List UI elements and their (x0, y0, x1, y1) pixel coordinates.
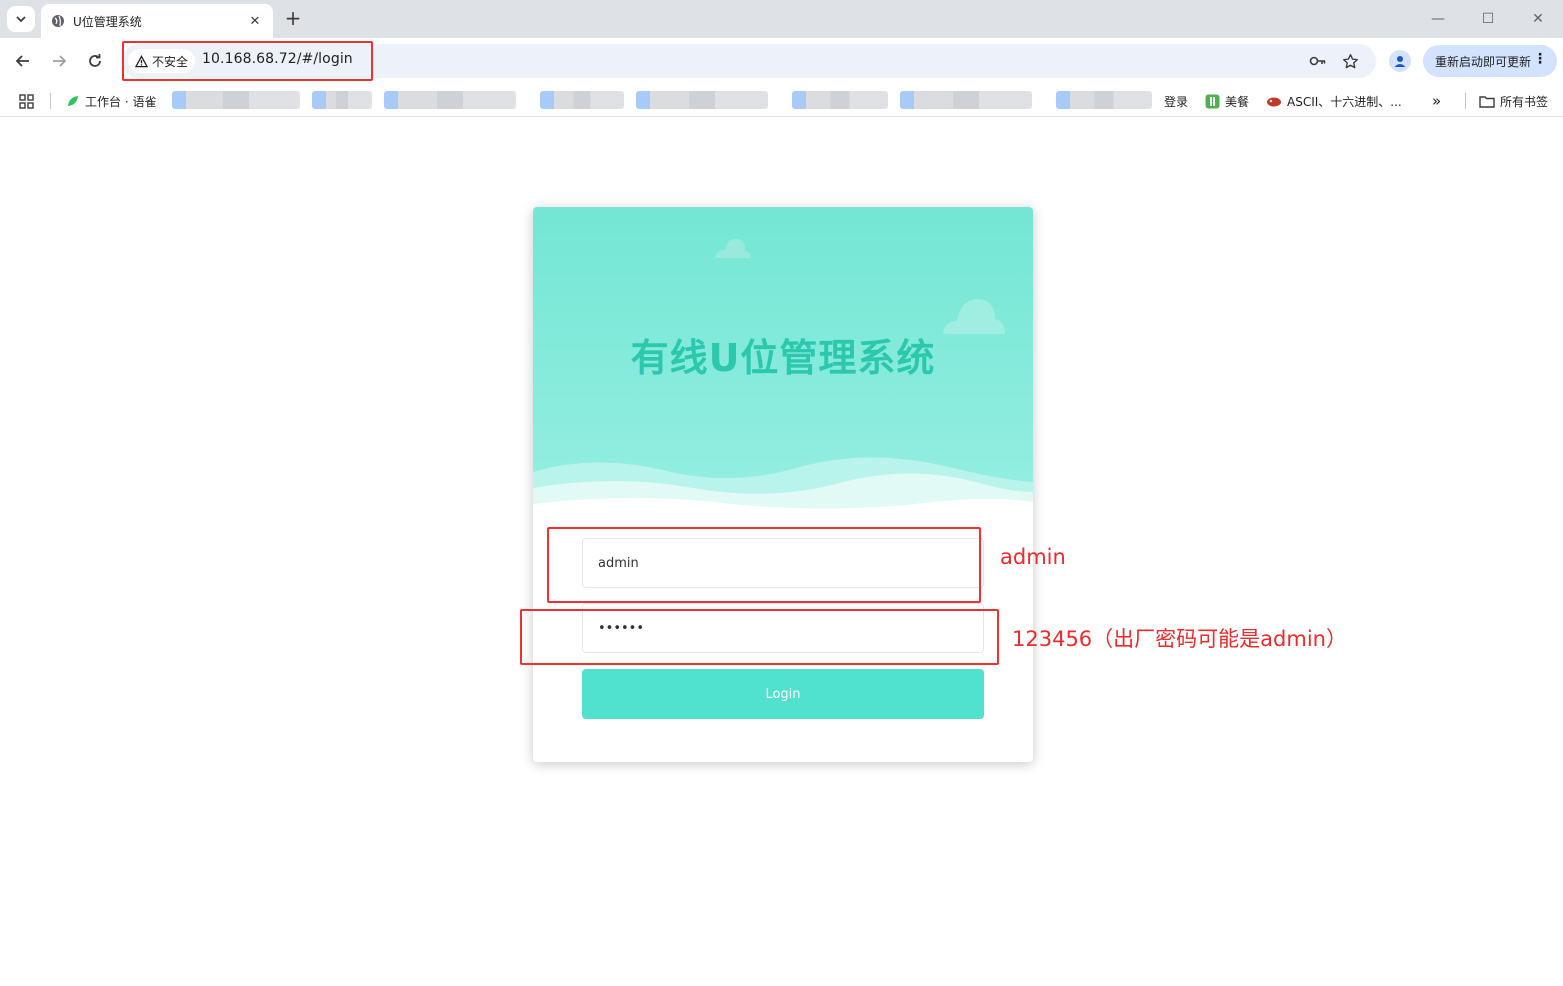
bookmark-redacted[interactable] (792, 91, 888, 109)
bookmark-redacted[interactable] (312, 91, 372, 109)
update-button[interactable]: 重新启动即可更新 ⋮ (1423, 45, 1557, 77)
system-title: 有线U位管理系统 (630, 336, 936, 380)
forward-arrow-icon (53, 55, 67, 67)
minimize-icon[interactable]: — (1413, 0, 1463, 38)
bookmarks-separator (50, 93, 51, 109)
username-highlight-box (547, 527, 981, 603)
page-content: 有线U位管理系统 Login admin 123456（出厂密码可能是admin… (0, 118, 1563, 986)
new-tab-button[interactable]: + (282, 8, 304, 30)
login-hero-banner: 有线U位管理系统 (533, 207, 1033, 524)
bookmark-redacted[interactable] (172, 91, 300, 109)
bookmark-ascii[interactable]: ASCII、十六进制、... (1266, 92, 1402, 110)
update-label: 重新启动即可更新 (1435, 54, 1532, 69)
all-bookmarks-folder[interactable]: 所有书签 (1479, 92, 1548, 110)
tab-active[interactable]: U位管理系统 ✕ (41, 4, 273, 38)
bookmark-login[interactable]: 登录 (1164, 92, 1188, 110)
bookmark-yuque[interactable]: 工作台 · 语雀 (66, 92, 156, 110)
wave-decoration (533, 457, 1033, 524)
username-annotation: admin (1000, 545, 1066, 569)
forward-button[interactable] (47, 49, 71, 73)
window-controls: — ☐ ✕ (1413, 0, 1563, 38)
password-key-icon[interactable] (1309, 52, 1327, 70)
back-button[interactable] (11, 49, 35, 73)
globe-icon (52, 15, 64, 27)
tab-close-icon[interactable]: ✕ (247, 14, 263, 29)
bookmark-redacted[interactable] (540, 91, 624, 109)
bookmark-label: 登录 (1164, 94, 1189, 109)
bookmark-label: 工作台 · 语雀 (85, 94, 157, 109)
back-arrow-icon (15, 55, 29, 67)
profile-button[interactable] (1389, 50, 1411, 72)
bookmark-redacted[interactable] (384, 91, 516, 109)
bookmark-label: 所有书签 (1500, 94, 1549, 109)
cloud-icon (715, 238, 751, 258)
reload-button[interactable] (83, 49, 107, 73)
password-highlight-box (520, 609, 999, 665)
bookmark-redacted[interactable] (1056, 91, 1152, 109)
bookmark-label: 美餐 (1225, 94, 1250, 109)
yuque-leaf-icon (68, 96, 78, 106)
bookmarks-bar: 工作台 · 语雀 登录 美餐 ASCII、十六进制、... » 所有书签 (0, 84, 1563, 117)
bookmarks-separator (1465, 93, 1466, 109)
bookmark-redacted[interactable] (636, 91, 768, 109)
maximize-icon[interactable]: ☐ (1463, 0, 1513, 38)
bookmark-redacted[interactable] (900, 91, 1032, 109)
login-card: 有线U位管理系统 Login (533, 207, 1033, 762)
more-menu-icon[interactable]: ⋮ (1533, 51, 1547, 67)
bookmark-label: ASCII、十六进制、... (1287, 94, 1402, 109)
password-annotation: 123456（出厂密码可能是admin） (1012, 627, 1347, 651)
url-highlight-box (122, 41, 373, 81)
ascii-site-icon (1267, 97, 1281, 107)
apps-grid-icon[interactable] (19, 92, 34, 110)
bookmark-meican[interactable]: 美餐 (1205, 92, 1249, 110)
folder-icon (1479, 95, 1495, 108)
avatar-icon (1394, 56, 1406, 67)
chevron-down-icon (16, 16, 26, 23)
tab-strip: U位管理系统 ✕ + — ☐ ✕ (0, 0, 1563, 38)
tab-search-button[interactable] (7, 6, 35, 32)
login-button[interactable]: Login (582, 669, 984, 719)
close-window-icon[interactable]: ✕ (1513, 0, 1563, 38)
meican-icon (1205, 94, 1220, 108)
bookmark-star-icon[interactable] (1341, 52, 1359, 70)
tab-title: U位管理系统 (73, 14, 142, 29)
more-bookmarks-icon[interactable]: » (1432, 92, 1441, 110)
reload-icon (89, 54, 101, 67)
